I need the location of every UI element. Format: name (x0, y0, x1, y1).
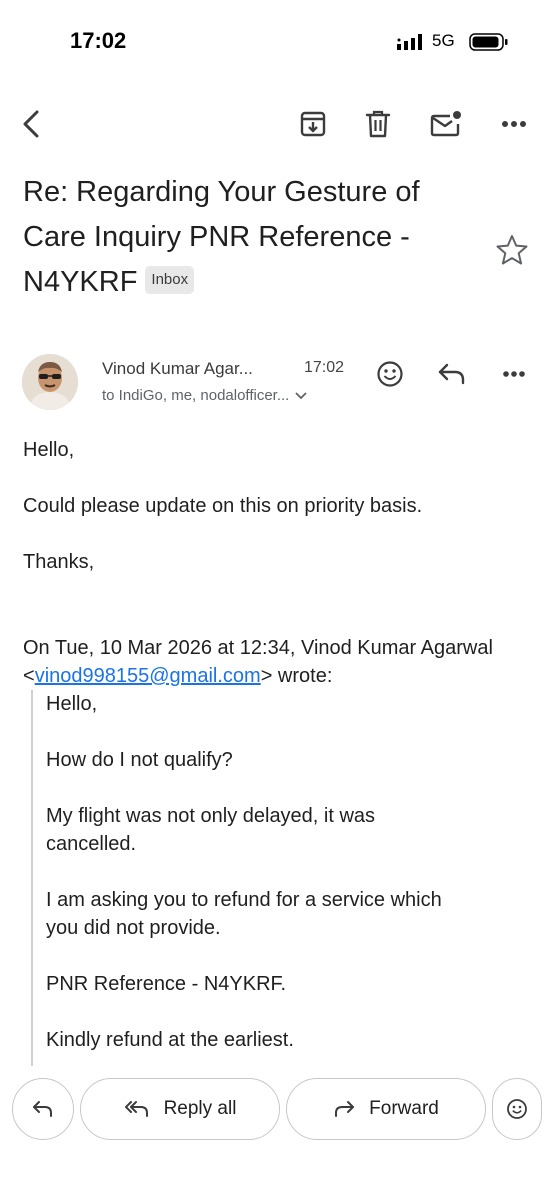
mark-unread-button[interactable] (418, 96, 474, 152)
back-arrow-icon (23, 110, 39, 138)
bottom-action-bar: Reply all Forward (0, 1078, 554, 1142)
emoji-icon (377, 361, 403, 387)
emoji-icon (507, 1099, 527, 1119)
more-options-button[interactable] (486, 96, 542, 152)
sender-row: Vinod Kumar Agar... 17:02 to IndiGo, me,… (0, 350, 554, 420)
toolbar (0, 96, 554, 152)
recipients-text: to IndiGo, me, nodalofficer... (102, 387, 290, 404)
reply-icon (438, 363, 465, 385)
delete-icon (365, 110, 391, 138)
email-subject: Re: Regarding Your Gesture of Care Inqui… (23, 170, 473, 305)
archive-icon (300, 111, 326, 137)
reply-icon (33, 1101, 52, 1117)
star-icon[interactable] (494, 232, 530, 268)
avatar-photo (22, 354, 78, 410)
delete-button[interactable] (350, 96, 406, 152)
body-line: Could please update on this on priority … (23, 495, 423, 517)
more-icon (503, 371, 525, 377)
chevron-down-icon (295, 387, 307, 404)
email-time: 17:02 (304, 359, 345, 376)
quoted-line: How do I not qualify? (46, 749, 233, 771)
network-label: 5G (432, 31, 455, 50)
reply-pill-button[interactable] (12, 1078, 74, 1140)
add-reaction-button[interactable] (370, 354, 410, 394)
quoted-line: PNR Reference - N4YKRF. (46, 973, 287, 995)
sender-email-link[interactable]: vinod998155@gmail.com (35, 665, 261, 687)
quoted-line: Kindly refund at the earliest. (46, 1029, 294, 1051)
quote-header: On Tue, 10 Mar 2026 at 12:34, Vinod Kuma… (23, 634, 523, 690)
mark-unread-icon (430, 111, 461, 137)
signal-icon (397, 34, 422, 50)
more-icon (502, 121, 526, 127)
forward-button[interactable]: Forward (286, 1078, 486, 1140)
body-closing: Thanks, (23, 551, 95, 573)
message-more-button[interactable] (494, 354, 534, 394)
sender-name[interactable]: Vinod Kumar Agar... (102, 359, 253, 379)
archive-button[interactable] (285, 96, 341, 152)
reply-all-label: Reply all (163, 1098, 237, 1119)
quoted-line: My flight was not only delayed, it was (46, 805, 376, 827)
status-time: 17:02 (70, 28, 127, 53)
quoted-line: you did not provide. (46, 917, 221, 939)
reply-button[interactable] (432, 354, 472, 394)
inbox-label-badge[interactable]: Inbox (145, 266, 195, 295)
reply-all-icon (124, 1100, 150, 1118)
quoted-line: Hello, (46, 693, 98, 715)
quoted-line: I am asking you to refund for a service … (46, 889, 442, 911)
quote-bar (31, 690, 33, 1066)
reply-all-button[interactable]: Reply all (80, 1078, 280, 1140)
body-greeting: Hello, (23, 439, 75, 461)
forward-icon (333, 1100, 355, 1118)
forward-label: Forward (369, 1098, 439, 1119)
subject-text: Re: Regarding Your Gesture of Care Inqui… (23, 176, 420, 298)
status-bar: 17:02 5G (0, 0, 554, 84)
avatar[interactable] (22, 354, 78, 410)
quote-header-suffix: > wrote: (260, 665, 333, 687)
react-button[interactable] (492, 1078, 542, 1140)
quoted-line: cancelled. (46, 833, 137, 855)
back-button[interactable] (4, 96, 60, 152)
recipients-summary[interactable]: to IndiGo, me, nodalofficer... (102, 387, 307, 404)
battery-icon (469, 33, 508, 51)
